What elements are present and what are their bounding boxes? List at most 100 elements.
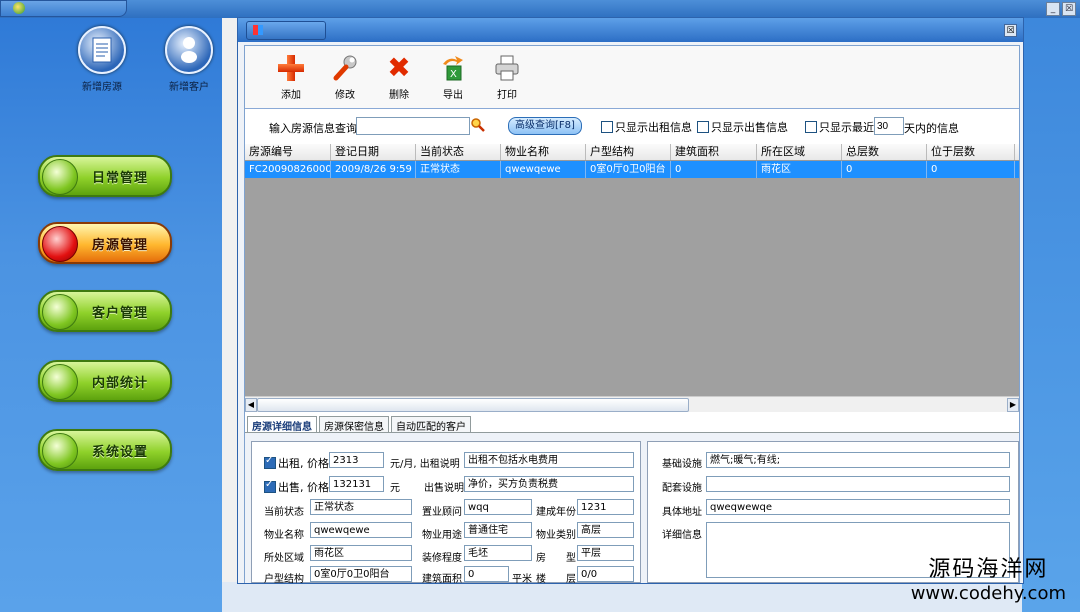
year-field[interactable]: 1231 xyxy=(577,499,634,515)
only-rent-checkbox[interactable]: 只显示出租信息 xyxy=(601,119,692,135)
nav-ball-icon xyxy=(42,364,78,400)
days-input[interactable] xyxy=(874,117,904,135)
nav-ball-icon xyxy=(42,159,78,195)
house-type-field[interactable]: 平层 xyxy=(577,545,634,561)
window-controls: _ ☒ xyxy=(1046,2,1076,16)
usage-field[interactable]: 普通住宅 xyxy=(464,522,532,538)
edit-button[interactable]: 修改 xyxy=(325,54,365,101)
nav-label: 客户管理 xyxy=(92,306,149,321)
tab-matched-customers[interactable]: 自动匹配的客户 xyxy=(391,416,471,433)
column-header[interactable]: 物业名称 xyxy=(501,144,586,160)
watermark-url: www.codehy.com xyxy=(910,583,1066,604)
window-title-tab xyxy=(246,21,326,40)
cell: 正常状态 xyxy=(416,161,501,178)
cell: wq xyxy=(1015,161,1019,178)
column-header[interactable]: 位于层数 xyxy=(927,144,1015,160)
nav-ball-icon xyxy=(42,433,78,469)
column-header[interactable]: 户型结构 xyxy=(586,144,671,160)
column-header[interactable]: 当前状态 xyxy=(416,144,501,160)
minimize-button[interactable]: _ xyxy=(1046,2,1060,16)
nav-property-management[interactable]: 房源管理 xyxy=(38,222,172,264)
only-sale-checkbox[interactable]: 只显示出售信息 xyxy=(697,119,788,135)
wrench-icon xyxy=(331,54,359,82)
cell: 0 xyxy=(927,161,1015,178)
supporting-field[interactable] xyxy=(706,476,1010,492)
column-header[interactable]: 建筑面积 xyxy=(671,144,757,160)
horizontal-scrollbar[interactable]: ◀ ▶ xyxy=(245,396,1019,412)
status-field[interactable]: 正常状态 xyxy=(310,499,412,515)
query-row: 输入房源信息查询 高级查询[F8] 只显示出租信息 只显示出售信息 只显示最近 … xyxy=(245,116,1019,138)
window-close-button[interactable]: ☒ xyxy=(1004,24,1017,37)
add-button[interactable]: 添加 xyxy=(271,54,311,101)
nav-system-settings[interactable]: 系统设置 xyxy=(38,429,172,471)
column-header[interactable]: 置 xyxy=(1015,144,1019,160)
export-label: 导出 xyxy=(443,90,463,101)
area-field[interactable]: 0 xyxy=(464,566,509,582)
cell: 0室0厅0卫0阳台 xyxy=(586,161,671,178)
year-label: 建成年份 xyxy=(536,507,576,518)
nav-label: 内部统计 xyxy=(92,376,149,391)
checkbox-box xyxy=(601,121,613,133)
only-sale-label: 只显示出售信息 xyxy=(711,121,788,134)
scroll-right-icon[interactable]: ▶ xyxy=(1007,398,1019,412)
nav-ball-icon xyxy=(42,226,78,262)
column-header[interactable]: 房源编号 xyxy=(245,144,331,160)
column-header[interactable]: 所在区域 xyxy=(757,144,842,160)
new-property-label: 新增房源 xyxy=(82,82,122,93)
rent-note-field[interactable]: 出租不包括水电费用 xyxy=(464,452,634,468)
sale-note-field[interactable]: 净价，买方负责税费 xyxy=(464,476,634,492)
sale-checkbox[interactable]: 出售, 价格 xyxy=(264,479,329,495)
tab-property-details[interactable]: 房源详细信息 xyxy=(247,416,317,433)
decor-field[interactable]: 毛坯 xyxy=(464,545,532,561)
decor-label: 装修程度 xyxy=(422,553,462,564)
layout-field[interactable]: 0室0厅0卫0阳台 xyxy=(310,566,412,582)
category-field[interactable]: 高层 xyxy=(577,522,634,538)
sale-unit-label: 元 xyxy=(390,483,400,494)
property-name-field[interactable]: qwewqewe xyxy=(310,522,412,538)
query-input[interactable] xyxy=(356,117,470,135)
print-label: 打印 xyxy=(497,90,517,101)
delete-button[interactable]: ✖ 删除 xyxy=(379,54,419,102)
nav-customer-management[interactable]: 客户管理 xyxy=(38,290,172,332)
facility-field[interactable]: 燃气;暖气;有线; xyxy=(706,452,1010,468)
column-header[interactable]: 登记日期 xyxy=(331,144,416,160)
new-property-shortcut[interactable]: 新增房源 xyxy=(67,26,137,93)
only-recent-checkbox[interactable]: 只显示最近 xyxy=(805,119,874,135)
district-field[interactable]: 雨花区 xyxy=(310,545,412,561)
checkbox-box xyxy=(805,121,817,133)
sale-price-field[interactable]: 132131 xyxy=(329,476,384,492)
column-header[interactable]: 总层数 xyxy=(842,144,927,160)
search-icon[interactable] xyxy=(471,118,485,135)
property-window: ☒ 添加 修改 ✖ 删除 X 导出 打印 输入房源信息查询 高级查询[F8] 只… xyxy=(237,17,1024,585)
nav-internal-stats[interactable]: 内部统计 xyxy=(38,360,172,402)
right-strip xyxy=(1022,18,1080,612)
rent-checkbox[interactable]: 出租, 价格 xyxy=(264,455,329,471)
export-button[interactable]: X 导出 xyxy=(433,54,473,101)
close-button[interactable]: ☒ xyxy=(1062,2,1076,16)
scroll-thumb[interactable] xyxy=(257,398,689,412)
nav-daily-management[interactable]: 日常管理 xyxy=(38,155,172,197)
cell: 0 xyxy=(842,161,927,178)
add-label: 添加 xyxy=(281,90,301,101)
floor-field[interactable]: 0/0 xyxy=(577,566,634,582)
detail-tabs: 房源详细信息 房源保密信息 自动匹配的客户 xyxy=(247,416,471,433)
agent-field[interactable]: wqq xyxy=(464,499,532,515)
supporting-label: 配套设施 xyxy=(662,483,702,494)
rent-label: 出租, 价格 xyxy=(278,457,329,470)
advanced-search-button[interactable]: 高级查询[F8] xyxy=(508,117,582,135)
checkbox-box xyxy=(264,479,276,493)
table-row[interactable]: FC200908260001 2009/8/26 9:59 正常状态 qwewq… xyxy=(245,161,1019,178)
status-label: 当前状态 xyxy=(264,507,304,518)
checkbox-box xyxy=(697,121,709,133)
scroll-left-icon[interactable]: ◀ xyxy=(245,398,257,412)
property-window-titlebar: ☒ xyxy=(238,18,1023,42)
basic-info-group: 出租, 价格 2313 元/月, 出租说明 出租不包括水电费用 出售, 价格 1… xyxy=(251,441,641,585)
print-button[interactable]: 打印 xyxy=(487,54,527,101)
new-customer-shortcut[interactable]: 新增客户 xyxy=(154,26,224,93)
nav-label: 系统设置 xyxy=(92,445,149,460)
printer-icon xyxy=(493,54,521,82)
rent-price-field[interactable]: 2313 xyxy=(329,452,384,468)
address-field[interactable]: qweqwewqe xyxy=(706,499,1010,515)
tab-property-confidential[interactable]: 房源保密信息 xyxy=(319,416,389,433)
detail-label: 详细信息 xyxy=(662,530,702,541)
